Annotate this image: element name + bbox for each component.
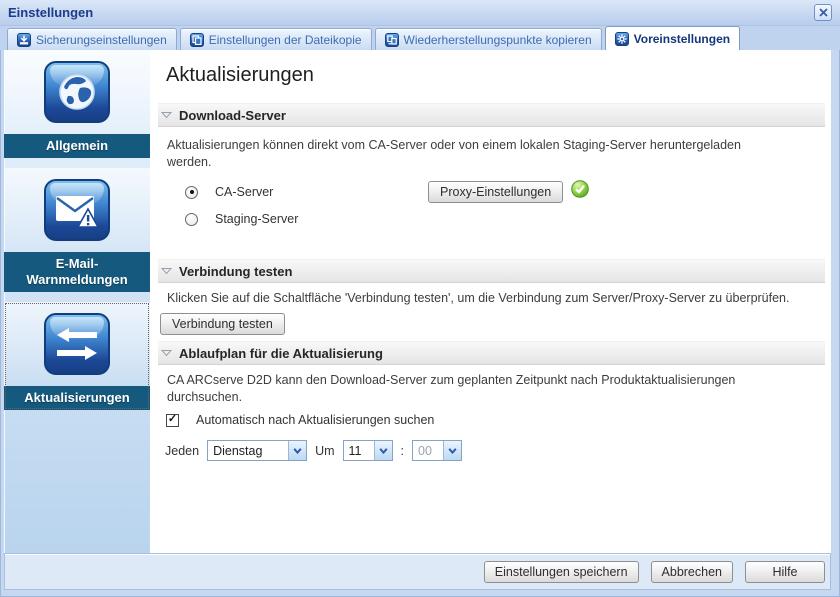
chevron-down-icon[interactable] bbox=[373, 441, 392, 460]
footer-bar: Einstellungen speichern Abbrechen Hilfe bbox=[4, 553, 831, 590]
tab-wiederherstellungspunkte-kopieren[interactable]: Wiederherstellungspunkte kopieren bbox=[374, 28, 602, 50]
email-alert-icon bbox=[44, 179, 110, 241]
preferences-gear-icon bbox=[614, 31, 629, 46]
test-connection-description: Klicken Sie auf die Schaltfläche 'Verbin… bbox=[167, 291, 790, 305]
hour-select[interactable]: 11 bbox=[342, 440, 393, 461]
window-title: Einstellungen bbox=[8, 5, 94, 20]
save-settings-button[interactable]: Einstellungen speichern bbox=[483, 560, 639, 583]
proxy-settings-button[interactable]: Proxy-Einstellungen bbox=[428, 180, 564, 203]
sidebar-item-email-warnmeldungen[interactable]: E-Mail-Warnmeldungen bbox=[4, 168, 150, 292]
settings-window: Einstellungen Sicherungseinstellungen Ei… bbox=[0, 0, 840, 597]
section-title: Verbindung testen bbox=[179, 263, 293, 279]
radio-staging-server[interactable]: Staging-Server bbox=[185, 210, 821, 228]
checkbox-icon bbox=[166, 413, 179, 427]
sidebar-item-label: Allgemein bbox=[4, 134, 150, 158]
tab-label: Sicherungseinstellungen bbox=[36, 32, 167, 47]
update-schedule-description: CA ARCserve D2D kann den Download-Server… bbox=[167, 373, 736, 404]
time-separator: : bbox=[400, 443, 404, 458]
collapse-triangle-icon bbox=[161, 268, 172, 275]
radio-button-icon bbox=[185, 185, 198, 199]
tab-label: Voreinstellungen bbox=[633, 31, 731, 46]
backup-settings-icon bbox=[17, 32, 31, 47]
schedule-row: Jeden Dienstag Um 11 : 00 bbox=[165, 440, 821, 461]
every-label: Jeden bbox=[165, 443, 200, 458]
tab-label: Einstellungen der Dateikopie bbox=[208, 32, 362, 47]
section-title: Ablaufplan für die Aktualisierung bbox=[179, 345, 383, 361]
section-header-test-connection[interactable]: Verbindung testen bbox=[158, 259, 825, 283]
collapse-triangle-icon bbox=[161, 112, 172, 119]
radio-button-icon bbox=[185, 212, 198, 226]
radio-label: Staging-Server bbox=[215, 212, 299, 226]
tab-voreinstellungen[interactable]: Voreinstellungen bbox=[604, 26, 741, 50]
test-connection-button[interactable]: Verbindung testen bbox=[160, 313, 285, 335]
collapse-triangle-icon bbox=[161, 350, 172, 357]
section-header-download-server[interactable]: Download-Server bbox=[158, 103, 825, 127]
sync-arrows-icon bbox=[44, 313, 110, 375]
download-server-options: CA-Server Staging-Server Proxy-Einstellu… bbox=[185, 180, 821, 249]
tab-label: Wiederherstellungspunkte kopieren bbox=[403, 32, 592, 47]
page-title: Aktualisierungen bbox=[166, 64, 314, 86]
tab-einstellungen-der-dateikopie[interactable]: Einstellungen der Dateikopie bbox=[179, 28, 372, 50]
copy-recovery-points-icon bbox=[384, 32, 399, 47]
minute-select[interactable]: 00 bbox=[412, 440, 462, 461]
radio-label: CA-Server bbox=[215, 185, 274, 199]
section-header-update-schedule[interactable]: Ablaufplan für die Aktualisierung bbox=[158, 341, 825, 365]
titlebar: Einstellungen bbox=[0, 0, 840, 26]
at-label: Um bbox=[315, 443, 335, 458]
minute-select-value: 00 bbox=[418, 443, 432, 458]
sidebar: Allgemein E-Mail-Warnmeldungen Aktualisi… bbox=[4, 50, 150, 553]
help-button[interactable]: Hilfe bbox=[745, 560, 825, 583]
sidebar-item-aktualisierungen[interactable]: Aktualisierungen bbox=[4, 302, 150, 410]
globe-icon bbox=[44, 61, 110, 123]
sidebar-item-allgemein[interactable]: Allgemein bbox=[4, 50, 150, 158]
chevron-down-icon[interactable] bbox=[288, 441, 307, 460]
proxy-cluster: Proxy-Einstellungen bbox=[428, 180, 589, 203]
icon-cell bbox=[4, 168, 150, 252]
day-select[interactable]: Dienstag bbox=[207, 440, 308, 461]
auto-update-checkbox-row[interactable]: Automatisch nach Aktualisierungen suchen bbox=[166, 413, 821, 427]
green-check-icon bbox=[571, 180, 589, 203]
checkbox-label: Automatisch nach Aktualisierungen suchen bbox=[196, 413, 435, 427]
content-panel: Aktualisierungen Download-Server Aktuali… bbox=[150, 50, 831, 553]
main-area: Allgemein E-Mail-Warnmeldungen Aktualisi… bbox=[4, 50, 831, 553]
chevron-down-icon[interactable] bbox=[443, 441, 461, 460]
icon-cell bbox=[4, 302, 150, 386]
close-icon[interactable] bbox=[814, 4, 832, 21]
download-server-description: Aktualisierungen können direkt vom CA-Se… bbox=[167, 138, 741, 169]
file-copy-settings-icon bbox=[189, 32, 204, 47]
tab-sicherungseinstellungen[interactable]: Sicherungseinstellungen bbox=[7, 28, 177, 50]
sidebar-item-label: Aktualisierungen bbox=[4, 386, 150, 410]
sidebar-item-label: E-Mail-Warnmeldungen bbox=[4, 252, 150, 292]
icon-cell bbox=[4, 50, 150, 134]
day-select-value: Dienstag bbox=[213, 443, 263, 458]
hour-select-value: 11 bbox=[348, 443, 362, 458]
cancel-button[interactable]: Abbrechen bbox=[650, 560, 733, 583]
section-title: Download-Server bbox=[179, 107, 286, 123]
tab-bar: Sicherungseinstellungen Einstellungen de… bbox=[0, 26, 840, 50]
